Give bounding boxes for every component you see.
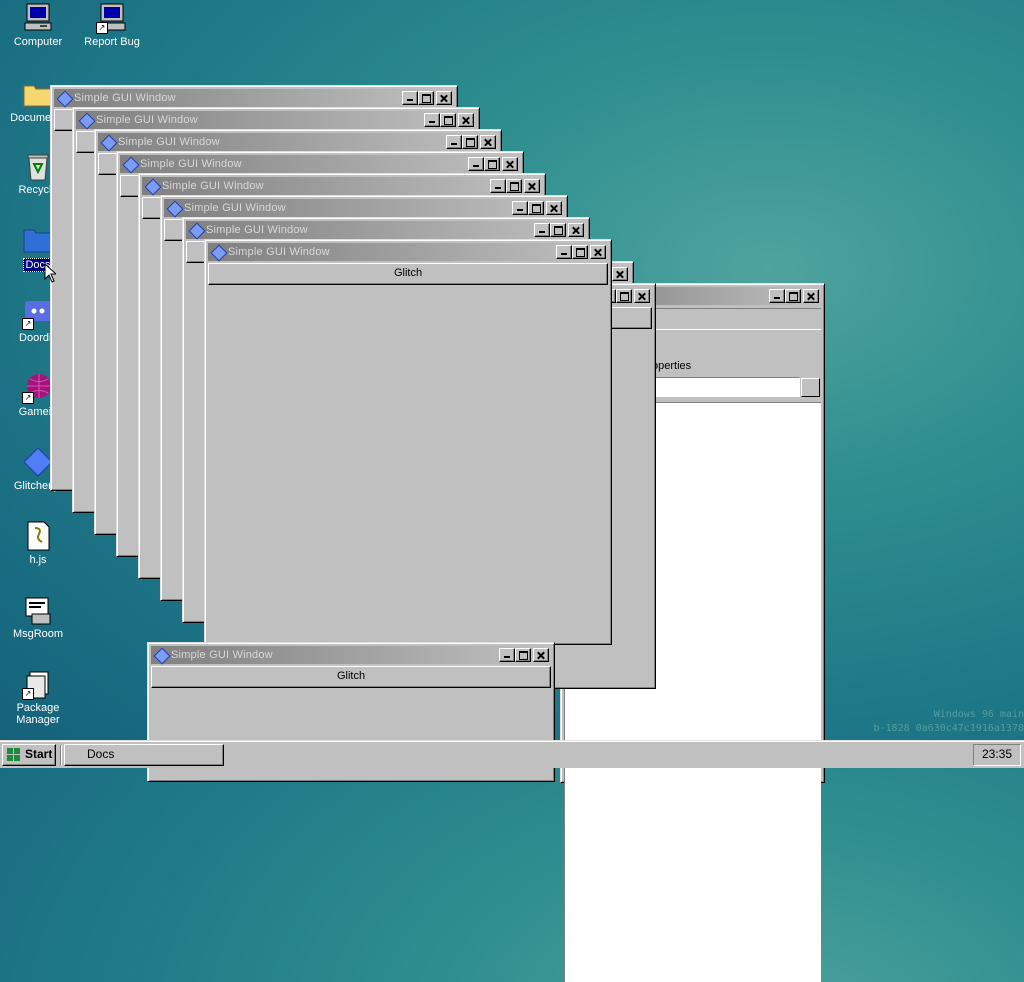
minimize-button[interactable] xyxy=(499,648,515,662)
package-icon: ↗ xyxy=(22,668,54,700)
minimize-button[interactable] xyxy=(534,223,550,237)
minimize-button[interactable] xyxy=(490,179,506,193)
window-title: Simple GUI Window xyxy=(184,202,286,214)
window-title: Simple GUI Window xyxy=(140,158,242,170)
maximize-button[interactable] xyxy=(528,201,544,215)
taskbar: Start Docs 23:35 xyxy=(0,740,1024,768)
close-button[interactable] xyxy=(524,179,540,193)
title-bar[interactable]: Simple GUI Window xyxy=(54,89,454,107)
window-title: Simple GUI Window xyxy=(171,649,273,661)
desktop-icon-label: Computer xyxy=(13,36,63,48)
window-title: Simple GUI Window xyxy=(74,92,176,104)
close-button[interactable] xyxy=(612,267,628,281)
title-bar[interactable]: Simple GUI Window xyxy=(151,646,551,664)
title-bar[interactable]: Simple GUI Window xyxy=(208,243,608,261)
close-button[interactable] xyxy=(803,289,819,303)
close-button[interactable] xyxy=(546,201,562,215)
start-button[interactable]: Start xyxy=(2,744,56,766)
desktop-icon-msgroom[interactable]: MsgRoom xyxy=(1,594,75,640)
close-button[interactable] xyxy=(458,113,474,127)
window-title: Simple GUI Window xyxy=(118,136,220,148)
maximize-button[interactable] xyxy=(572,245,588,259)
minimize-button[interactable] xyxy=(402,91,418,105)
close-button[interactable] xyxy=(568,223,584,237)
go-button[interactable] xyxy=(801,378,820,397)
watermark-line: b-1828 0a630c47c1916a1378 xyxy=(873,723,1024,734)
watermark-line: Windows 96 main xyxy=(933,709,1024,720)
glitch-button[interactable]: Glitch xyxy=(208,263,608,285)
clock-text: 23:35 xyxy=(981,747,1013,761)
diamond-icon xyxy=(190,224,202,236)
minimize-button[interactable] xyxy=(468,157,484,171)
window-title: Simple GUI Window xyxy=(162,180,264,192)
minimize-button[interactable] xyxy=(424,113,440,127)
gui-window-8[interactable]: Simple GUI Window Glitch xyxy=(204,239,612,645)
desktop-icon-label: Package Manager xyxy=(16,702,60,726)
desktop-icon-package-manager[interactable]: ↗ Package Manager xyxy=(1,668,75,726)
window-title: Simple GUI Window xyxy=(206,224,308,236)
diamond-icon xyxy=(146,180,158,192)
maximize-button[interactable] xyxy=(550,223,566,237)
start-label: Start xyxy=(25,747,53,761)
shortcut-arrow-icon: ↗ xyxy=(22,688,34,700)
close-button[interactable] xyxy=(634,289,650,303)
title-bar[interactable]: Simple GUI Window xyxy=(186,221,586,239)
maximize-button[interactable] xyxy=(418,91,434,105)
system-tray-clock[interactable]: 23:35 xyxy=(973,744,1021,766)
task-label: Docs xyxy=(87,747,115,761)
desktop-icon-h-js[interactable]: h.js xyxy=(1,520,75,566)
title-bar[interactable]: Simple GUI Window xyxy=(142,177,542,195)
maximize-button[interactable] xyxy=(506,179,522,193)
diamond-icon xyxy=(102,136,114,148)
diamond-icon xyxy=(168,202,180,214)
close-button[interactable] xyxy=(502,157,518,171)
desktop-icon-report-bug[interactable]: ↗ Report Bug xyxy=(75,2,149,48)
diamond-icon xyxy=(58,92,70,104)
minimize-button[interactable] xyxy=(446,135,462,149)
maximize-button[interactable] xyxy=(616,289,632,303)
os-version-watermark: Windows 96 main b-1828 0a630c47c1916a137… xyxy=(873,708,1024,736)
desktop-icon-label: h.js xyxy=(29,554,47,566)
mouse-cursor-icon xyxy=(44,263,56,283)
title-bar[interactable]: Simple GUI Window xyxy=(120,155,520,173)
close-button[interactable] xyxy=(533,648,549,662)
shortcut-arrow-icon: ↗ xyxy=(22,318,34,330)
windows-logo-icon xyxy=(7,748,21,762)
maximize-button[interactable] xyxy=(484,157,500,171)
shortcut-arrow-icon: ↗ xyxy=(22,392,34,404)
maximize-button[interactable] xyxy=(515,648,531,662)
window-title: Simple GUI Window xyxy=(96,114,198,126)
close-button[interactable] xyxy=(436,91,452,105)
taskbar-item-docs[interactable]: Docs xyxy=(64,744,224,766)
close-button[interactable] xyxy=(480,135,496,149)
window-title: Simple GUI Window xyxy=(228,246,330,258)
diamond-icon xyxy=(212,246,224,258)
maximize-button[interactable] xyxy=(462,135,478,149)
title-bar[interactable]: Simple GUI Window xyxy=(164,199,564,217)
maximize-button[interactable] xyxy=(440,113,456,127)
maximize-button[interactable] xyxy=(785,289,801,303)
script-file-icon xyxy=(22,520,54,552)
minimize-button[interactable] xyxy=(512,201,528,215)
minimize-button[interactable] xyxy=(556,245,572,259)
computer-icon xyxy=(22,2,54,34)
close-button[interactable] xyxy=(590,245,606,259)
diamond-icon xyxy=(80,114,92,126)
desktop-icon-computer[interactable]: Computer xyxy=(1,2,75,48)
shortcut-arrow-icon: ↗ xyxy=(96,22,108,34)
diamond-icon xyxy=(155,649,167,661)
taskbar-separator xyxy=(60,745,62,765)
message-room-icon xyxy=(22,594,54,626)
glitch-button[interactable]: Glitch xyxy=(151,666,551,688)
minimize-button[interactable] xyxy=(769,289,785,303)
desktop-icon-label: Report Bug xyxy=(84,36,140,48)
title-bar[interactable]: Simple GUI Window xyxy=(76,111,476,129)
title-bar[interactable]: Simple GUI Window xyxy=(98,133,498,151)
computer-icon: ↗ xyxy=(96,2,128,34)
diamond-icon xyxy=(124,158,136,170)
desktop-icon-label: MsgRoom xyxy=(12,628,64,640)
